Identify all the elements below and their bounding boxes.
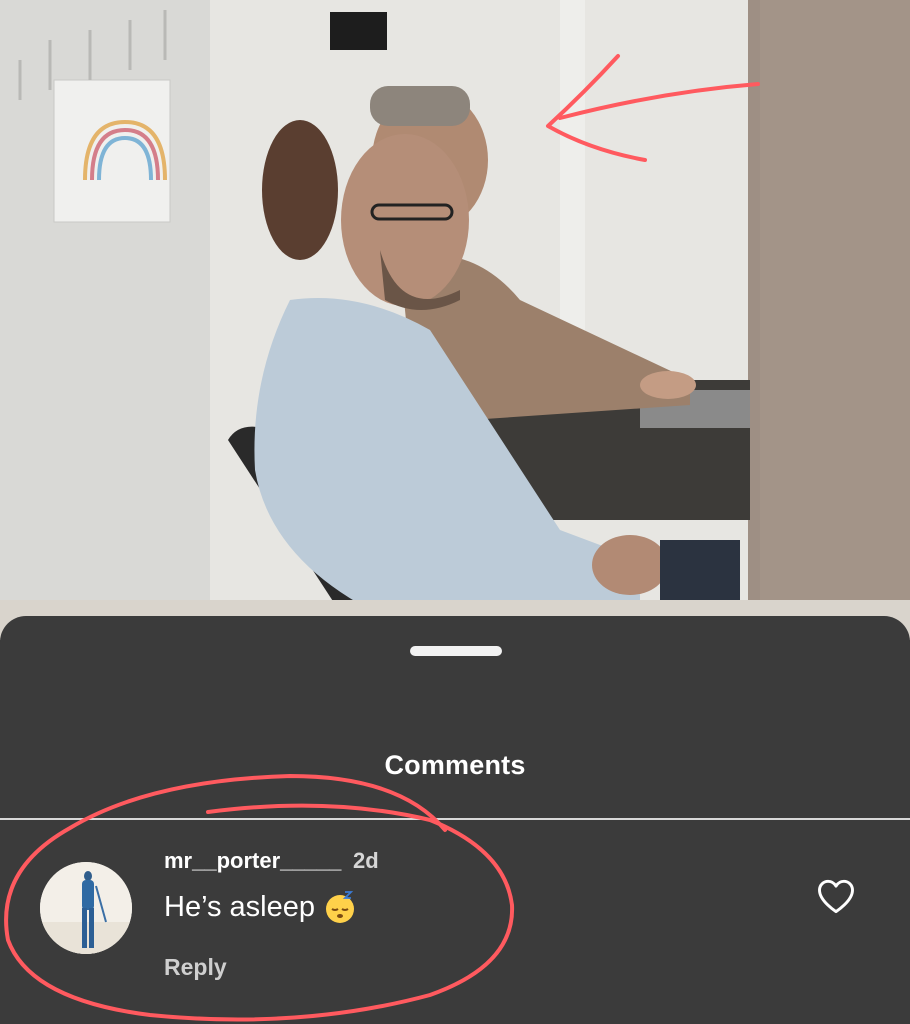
divider bbox=[0, 818, 910, 820]
drag-handle[interactable] bbox=[410, 646, 502, 656]
sleeping-face-emoji-icon bbox=[323, 890, 357, 924]
comment-text: He’s asleep bbox=[164, 890, 316, 923]
comment-item: mr__porter_____ 2d He’s asleep Reply bbox=[0, 822, 910, 1024]
comment-username[interactable]: mr__porter_____ bbox=[164, 848, 341, 874]
comment-age: 2d bbox=[353, 848, 379, 873]
reply-button[interactable]: Reply bbox=[164, 954, 227, 981]
comment-text-row: He’s asleep bbox=[164, 890, 357, 924]
sheet-title: Comments bbox=[384, 750, 526, 780]
post-photo bbox=[0, 0, 910, 640]
comments-sheet: Comments mr__porter_____ 2d He’s asleep bbox=[0, 616, 910, 1024]
heart-icon[interactable] bbox=[814, 874, 858, 918]
avatar[interactable] bbox=[40, 862, 132, 954]
